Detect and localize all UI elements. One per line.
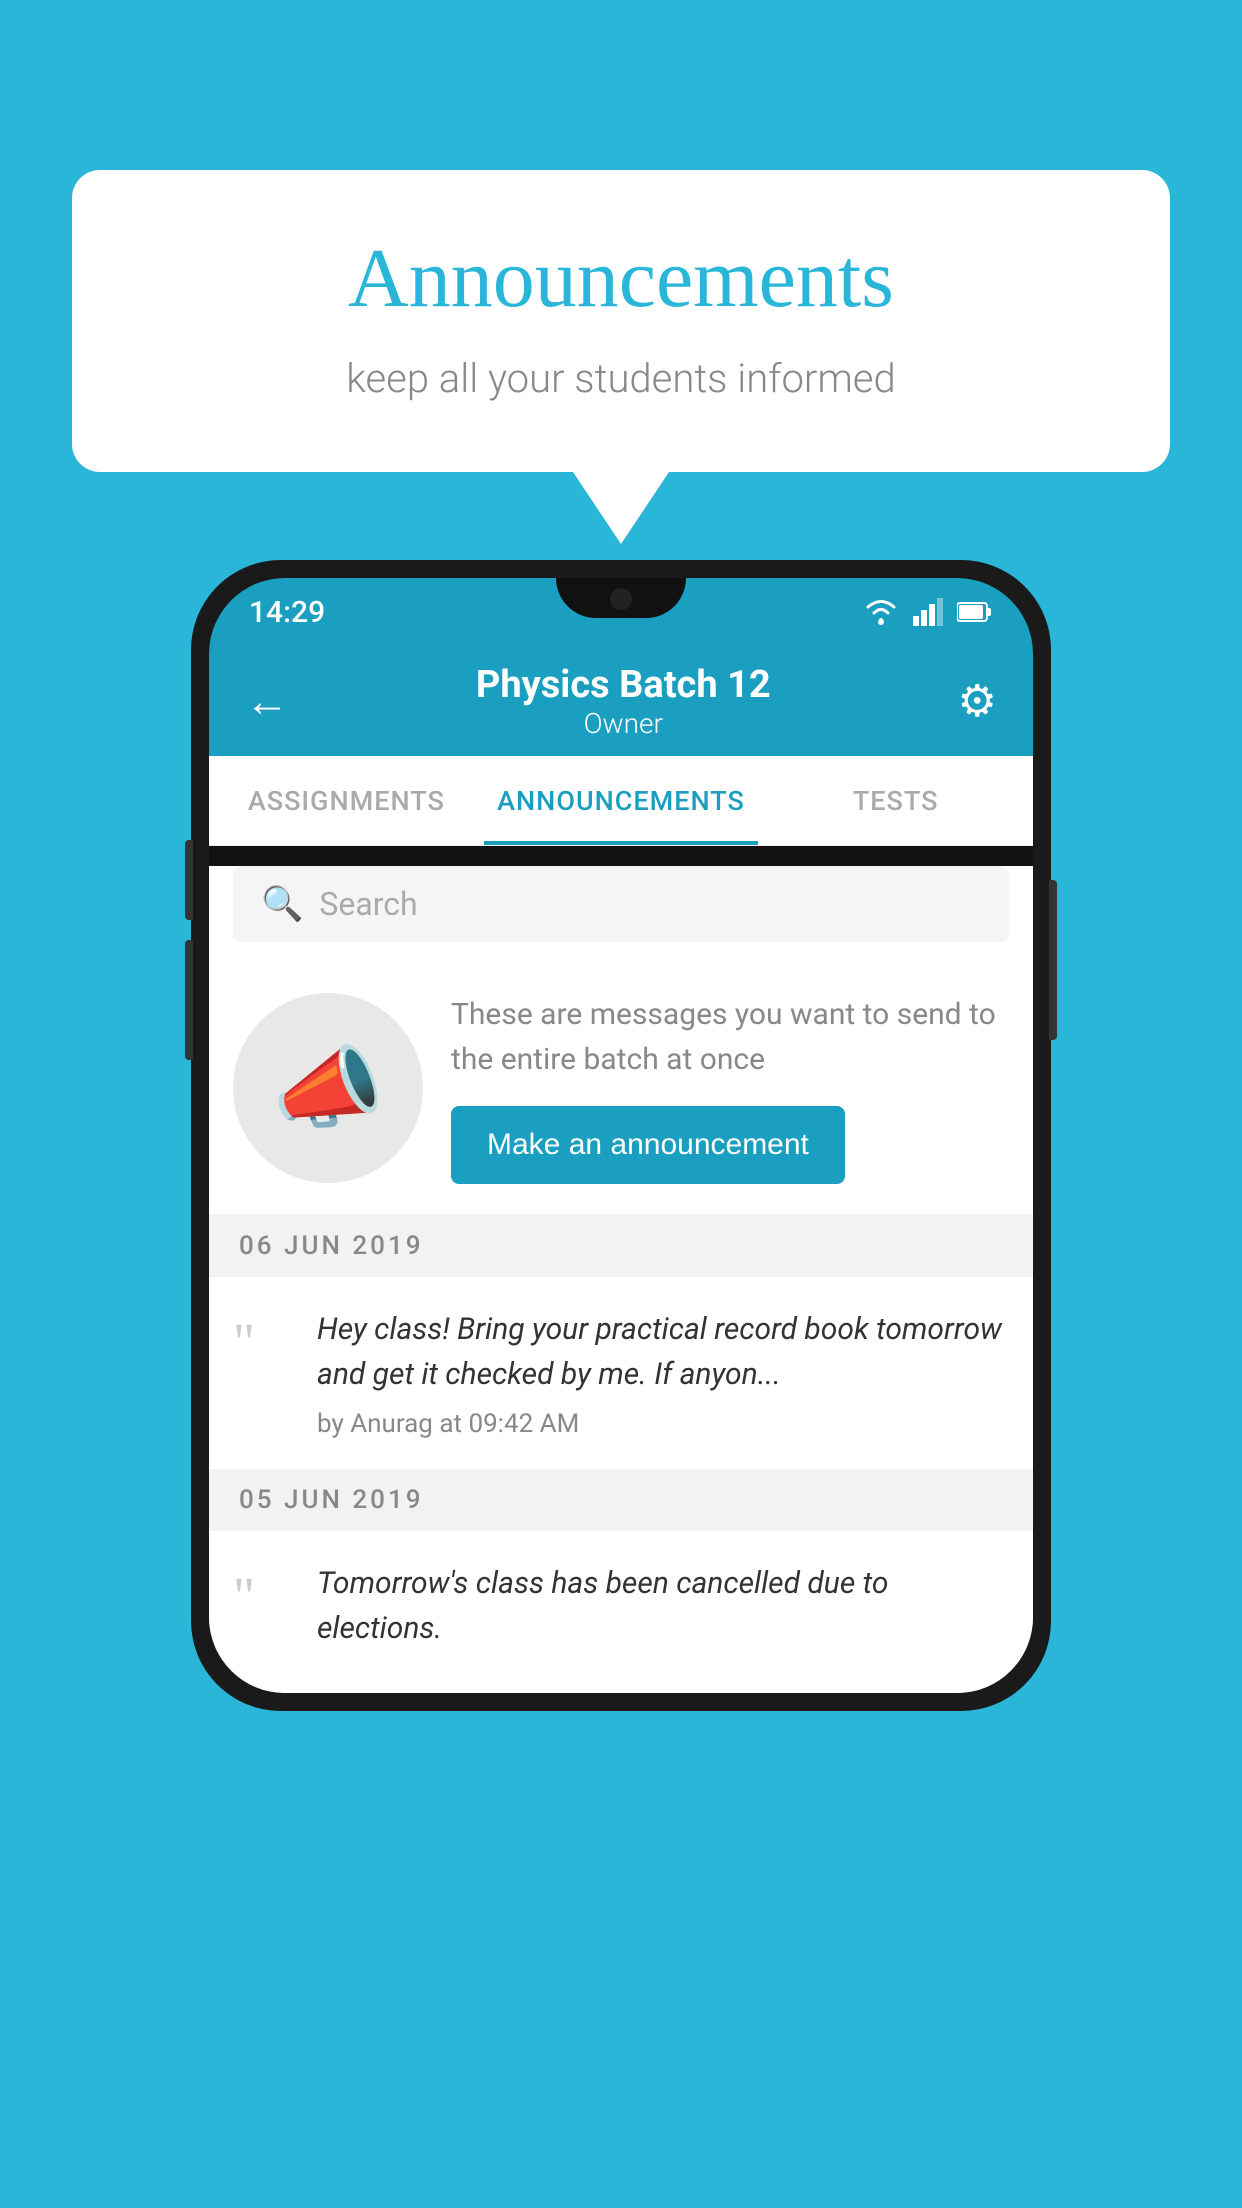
phone-outer-frame: 14:29 bbox=[191, 560, 1051, 1711]
bubble-subtitle: keep all your students informed bbox=[152, 355, 1090, 402]
phone-mockup: 14:29 bbox=[191, 560, 1051, 1711]
announcement-text-group-2: Tomorrow's class has been cancelled due … bbox=[317, 1561, 1009, 1663]
search-bar[interactable]: 🔍 Search bbox=[233, 866, 1009, 942]
announcement-text-2: Tomorrow's class has been cancelled due … bbox=[317, 1561, 1009, 1651]
wifi-icon bbox=[863, 598, 899, 626]
back-button[interactable]: ← bbox=[245, 675, 289, 727]
batch-title: Physics Batch 12 bbox=[476, 663, 771, 707]
speech-bubble-card: Announcements keep all your students inf… bbox=[72, 170, 1170, 472]
bubble-arrow bbox=[573, 472, 669, 544]
status-time: 14:29 bbox=[249, 595, 325, 630]
date-divider-2: 05 JUN 2019 bbox=[209, 1469, 1033, 1531]
search-icon: 🔍 bbox=[261, 884, 303, 924]
signal-icon bbox=[913, 598, 943, 626]
announcement-item-2[interactable]: " Tomorrow's class has been cancelled du… bbox=[209, 1531, 1033, 1693]
tabs-bar: ASSIGNMENTS ANNOUNCEMENTS TESTS bbox=[209, 756, 1033, 846]
megaphone-icon: 📣 bbox=[272, 1036, 384, 1141]
megaphone-circle: 📣 bbox=[233, 993, 423, 1183]
tab-announcements[interactable]: ANNOUNCEMENTS bbox=[484, 756, 759, 845]
search-placeholder: Search bbox=[319, 885, 417, 923]
make-announcement-button[interactable]: Make an announcement bbox=[451, 1106, 845, 1184]
status-bar: 14:29 bbox=[209, 578, 1033, 646]
tab-assignments[interactable]: ASSIGNMENTS bbox=[209, 756, 484, 845]
announcement-right: These are messages you want to send to t… bbox=[451, 992, 1009, 1184]
camera bbox=[610, 588, 632, 610]
battery-icon bbox=[957, 601, 993, 623]
date-divider-1: 06 JUN 2019 bbox=[209, 1215, 1033, 1277]
announcement-description: These are messages you want to send to t… bbox=[451, 992, 1009, 1082]
announcement-item-1[interactable]: " Hey class! Bring your practical record… bbox=[209, 1277, 1033, 1469]
phone-content: 🔍 Search 📣 These are messages you want t… bbox=[209, 866, 1033, 1693]
header-title-group: Physics Batch 12 Owner bbox=[476, 663, 771, 740]
announcement-text-1: Hey class! Bring your practical record b… bbox=[317, 1307, 1009, 1397]
tab-tests[interactable]: TESTS bbox=[758, 756, 1033, 845]
phone-screen: 14:29 bbox=[209, 578, 1033, 1693]
announcement-meta-1: by Anurag at 09:42 AM bbox=[317, 1409, 1009, 1439]
power-button bbox=[1049, 880, 1057, 1040]
quote-icon-1: " bbox=[233, 1315, 293, 1369]
batch-role: Owner bbox=[476, 707, 771, 740]
app-header: ← Physics Batch 12 Owner ⚙ bbox=[209, 646, 1033, 756]
volume-up-button bbox=[185, 840, 193, 920]
volume-down-button bbox=[185, 940, 193, 1060]
quote-icon-2: " bbox=[233, 1569, 293, 1623]
bubble-title: Announcements bbox=[152, 230, 1090, 327]
notch bbox=[556, 578, 686, 618]
settings-icon[interactable]: ⚙ bbox=[958, 675, 997, 727]
speech-bubble-section: Announcements keep all your students inf… bbox=[72, 170, 1170, 544]
announcement-prompt: 📣 These are messages you want to send to… bbox=[209, 962, 1033, 1215]
announcement-text-group-1: Hey class! Bring your practical record b… bbox=[317, 1307, 1009, 1439]
status-icons bbox=[863, 598, 993, 626]
